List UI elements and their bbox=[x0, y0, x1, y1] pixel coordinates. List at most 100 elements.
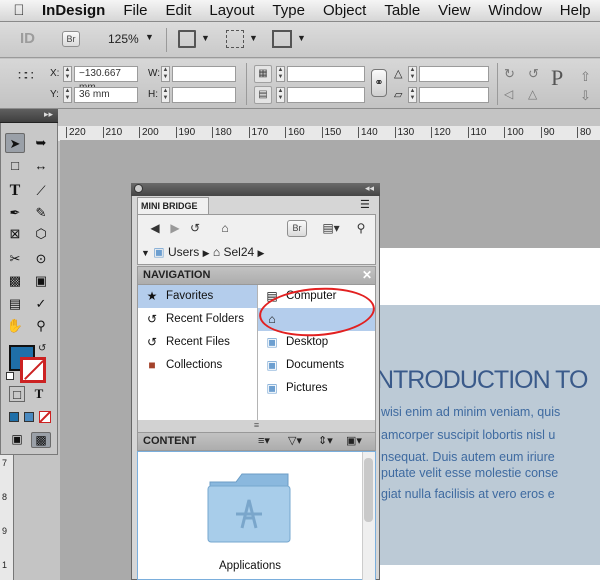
scissors-tool-icon[interactable]: ✂ bbox=[5, 249, 25, 269]
menu-help[interactable]: Help bbox=[551, 2, 600, 19]
shear-angle-field[interactable] bbox=[419, 87, 489, 103]
view-menu-icon[interactable]: ▤▾ bbox=[318, 219, 344, 239]
flip-horizontal-icon[interactable]: ◁ bbox=[504, 87, 513, 101]
body-text-line[interactable]: putate velit esse molestie conse bbox=[381, 466, 558, 480]
scale-x-stepper[interactable]: ▲ ▼ bbox=[276, 66, 285, 82]
menu-edit[interactable]: Edit bbox=[157, 2, 201, 19]
recent-folders-item[interactable]: ↺ Recent Folders bbox=[138, 308, 257, 331]
view-options-icon[interactable] bbox=[178, 30, 196, 48]
home-icon[interactable]: ⌂ bbox=[212, 219, 238, 239]
swap-colors-icon[interactable]: ↺ bbox=[38, 343, 46, 354]
recent-files-item[interactable]: ↺ Recent Files bbox=[138, 331, 257, 354]
polygon-tool-icon[interactable]: ⬡ bbox=[31, 224, 51, 244]
sort-menu-icon[interactable]: ≡▾ bbox=[258, 434, 270, 447]
screen-mode-icon[interactable] bbox=[226, 30, 244, 48]
collections-item[interactable]: ■ Collections bbox=[138, 354, 257, 377]
scrollbar-thumb[interactable] bbox=[364, 458, 373, 522]
menu-object[interactable]: Object bbox=[314, 2, 375, 19]
x-position-field[interactable]: −130.667 mm bbox=[74, 66, 138, 93]
y-position-field[interactable]: 36 mm bbox=[74, 87, 138, 103]
direct-selection-tool-icon[interactable]: ➥ bbox=[31, 133, 51, 153]
body-text-line[interactable]: amcorper suscipit lobortis nisl u bbox=[381, 428, 555, 442]
documents-item[interactable]: ▣ Documents bbox=[258, 354, 375, 377]
constrain-proportions-icon[interactable]: ⚭ bbox=[371, 69, 387, 97]
stroke-swatch[interactable] bbox=[20, 357, 46, 383]
rotation-angle-field[interactable] bbox=[419, 66, 489, 82]
line-tool-icon[interactable]: ⟋ bbox=[31, 181, 51, 201]
rotate-stepper[interactable]: ▲ ▼ bbox=[408, 66, 417, 82]
select-content-icon[interactable]: ⇩ bbox=[580, 88, 591, 104]
y-stepper[interactable]: ▲ ▼ bbox=[63, 87, 72, 103]
paragraph-style-icon[interactable]: P bbox=[551, 65, 563, 91]
arrange-documents-dropdown-icon[interactable]: ▼ bbox=[297, 33, 306, 43]
menu-layout[interactable]: Layout bbox=[200, 2, 263, 19]
zoom-dropdown-icon[interactable]: ▼ bbox=[145, 32, 154, 42]
selection-tool-icon[interactable]: ➤ bbox=[5, 133, 25, 153]
default-colors-icon[interactable] bbox=[6, 372, 14, 380]
filter-icon[interactable]: ▽▾ bbox=[288, 434, 302, 447]
page-tool-icon[interactable]: □ bbox=[5, 156, 25, 176]
h-stepper[interactable]: ▲ ▼ bbox=[161, 87, 170, 103]
tools-menu-icon[interactable]: ▣▾ bbox=[346, 434, 362, 447]
flip-vertical-icon[interactable]: △ bbox=[528, 87, 537, 101]
path-dropdown-icon[interactable]: ▼ bbox=[141, 248, 150, 258]
arrange-documents-icon[interactable] bbox=[272, 30, 292, 48]
favorites-item[interactable]: ★ Favorites bbox=[138, 285, 257, 308]
search-icon[interactable]: ⚲ bbox=[348, 219, 374, 239]
formatting-text-icon[interactable]: T bbox=[31, 386, 47, 402]
reference-point-icon[interactable]: ∷∷ bbox=[18, 67, 34, 84]
pencil-tool-icon[interactable]: ✎ bbox=[31, 203, 51, 223]
height-field[interactable] bbox=[172, 87, 236, 103]
sort-order-icon[interactable]: ⇕▾ bbox=[318, 434, 333, 447]
zoom-tool-icon[interactable]: ⚲ bbox=[31, 316, 51, 336]
menu-app-name[interactable]: InDesign bbox=[38, 2, 114, 19]
note-tool-icon[interactable]: ▤ bbox=[5, 294, 25, 314]
body-text-line[interactable]: wisi enim ad minim veniam, quis bbox=[381, 405, 560, 419]
scale-y-icon[interactable]: ▤ bbox=[254, 86, 272, 104]
gap-tool-icon[interactable]: ↔ bbox=[31, 156, 51, 176]
type-tool-icon[interactable]: T bbox=[5, 181, 25, 201]
w-stepper[interactable]: ▲ ▼ bbox=[161, 66, 170, 82]
scale-y-stepper[interactable]: ▲ ▼ bbox=[276, 87, 285, 103]
hand-tool-icon[interactable]: ✋ bbox=[5, 316, 25, 336]
gradient-swatch-tool-icon[interactable]: ▩ bbox=[5, 271, 25, 291]
path-item-users[interactable]: Users bbox=[168, 245, 199, 259]
view-options-dropdown-icon[interactable]: ▼ bbox=[201, 33, 210, 43]
apple-icon[interactable]:  bbox=[0, 2, 38, 19]
close-panel-icon[interactable] bbox=[134, 184, 143, 193]
gradient-feather-tool-icon[interactable]: ▣ bbox=[31, 271, 51, 291]
panel-menu-icon[interactable]: ☰ bbox=[360, 198, 370, 211]
bridge-button[interactable]: Br bbox=[62, 31, 80, 47]
mini-bridge-tab[interactable]: MINI BRIDGE bbox=[137, 197, 209, 215]
scale-y-field[interactable] bbox=[287, 87, 365, 103]
navigation-header[interactable]: NAVIGATION bbox=[137, 266, 376, 285]
menu-table[interactable]: Table bbox=[375, 2, 429, 19]
tools-panel-titlebar[interactable]: ▸▸ bbox=[0, 109, 58, 123]
rectangle-frame-tool-icon[interactable]: ⊠ bbox=[5, 224, 25, 244]
select-container-icon[interactable]: ⇧ bbox=[580, 69, 591, 85]
collapse-icon[interactable]: ▸▸ bbox=[44, 109, 53, 120]
mini-bridge-titlebar[interactable]: ◂◂ bbox=[131, 183, 380, 196]
preview-mode-icon[interactable]: ▩ bbox=[31, 432, 51, 448]
pictures-item[interactable]: ▣ Pictures bbox=[258, 377, 375, 400]
go-to-bridge-button[interactable]: Br bbox=[287, 220, 307, 237]
content-header[interactable]: CONTENT bbox=[137, 432, 376, 451]
menu-type[interactable]: Type bbox=[263, 2, 314, 19]
shear-stepper[interactable]: ▲ ▼ bbox=[408, 87, 417, 103]
menu-file[interactable]: File bbox=[114, 2, 156, 19]
zoom-level[interactable]: 125% bbox=[108, 32, 139, 46]
close-navigation-icon[interactable]: ✕ bbox=[360, 267, 374, 283]
path-item-sel24[interactable]: Sel24 bbox=[224, 245, 255, 259]
pane-splitter-handle[interactable]: ≡ bbox=[137, 420, 376, 432]
body-text-line[interactable]: giat nulla facilisis at vero eros e bbox=[381, 487, 555, 501]
rotate-cw-icon[interactable]: ↻ bbox=[504, 66, 515, 82]
applications-folder-icon[interactable] bbox=[206, 470, 292, 544]
eyedropper-tool-icon[interactable]: ✓ bbox=[31, 294, 51, 314]
pen-tool-icon[interactable]: ✒ bbox=[5, 203, 25, 223]
width-field[interactable] bbox=[172, 66, 236, 82]
applications-item-label[interactable]: Applications bbox=[137, 560, 363, 572]
menu-view[interactable]: View bbox=[429, 2, 479, 19]
collapse-panel-icon[interactable]: ◂◂ bbox=[365, 183, 374, 194]
recent-history-icon[interactable]: ↺ bbox=[182, 219, 208, 239]
document-heading[interactable]: INTRODUCTION TO bbox=[370, 366, 588, 395]
